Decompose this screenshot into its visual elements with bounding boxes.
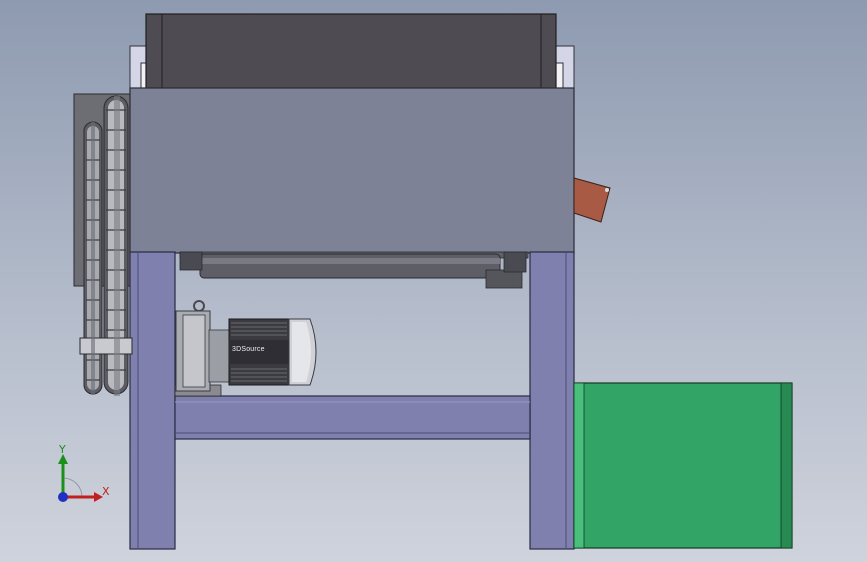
motor-brand-label: 3DSource [232,346,265,353]
discharge-chute [573,177,611,223]
collection-box [573,382,793,549]
frame [129,251,575,550]
y-axis-label: Y [59,443,66,456]
model-drawing [58,13,793,550]
x-axis-label: X [102,485,110,498]
cad-viewport[interactable]: 3DSource Y X [0,0,867,562]
roller-shaft [179,251,529,289]
main-body [129,87,575,254]
chute-bolt [605,188,609,192]
chain-drive [79,95,133,396]
hopper [129,13,575,91]
axis-triad [58,454,103,502]
